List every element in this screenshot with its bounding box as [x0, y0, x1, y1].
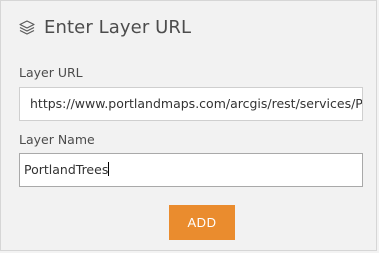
- add-button[interactable]: ADD: [169, 205, 235, 240]
- layer-url-label: Layer URL: [19, 65, 83, 80]
- layer-name-label: Layer Name: [19, 132, 95, 147]
- panel-header: Enter Layer URL: [18, 17, 191, 38]
- layer-url-value: https://www.portlandmaps.com/arcgis/rest…: [30, 96, 363, 111]
- layer-name-input[interactable]: PortlandTrees: [19, 153, 363, 187]
- layer-name-value: PortlandTrees: [24, 162, 109, 177]
- add-layer-panel: Enter Layer URL Layer URL https://www.po…: [0, 0, 377, 251]
- layer-url-input[interactable]: https://www.portlandmaps.com/arcgis/rest…: [19, 87, 363, 121]
- panel-title: Enter Layer URL: [44, 17, 192, 38]
- text-cursor: [108, 162, 110, 176]
- layers-icon: [18, 19, 36, 37]
